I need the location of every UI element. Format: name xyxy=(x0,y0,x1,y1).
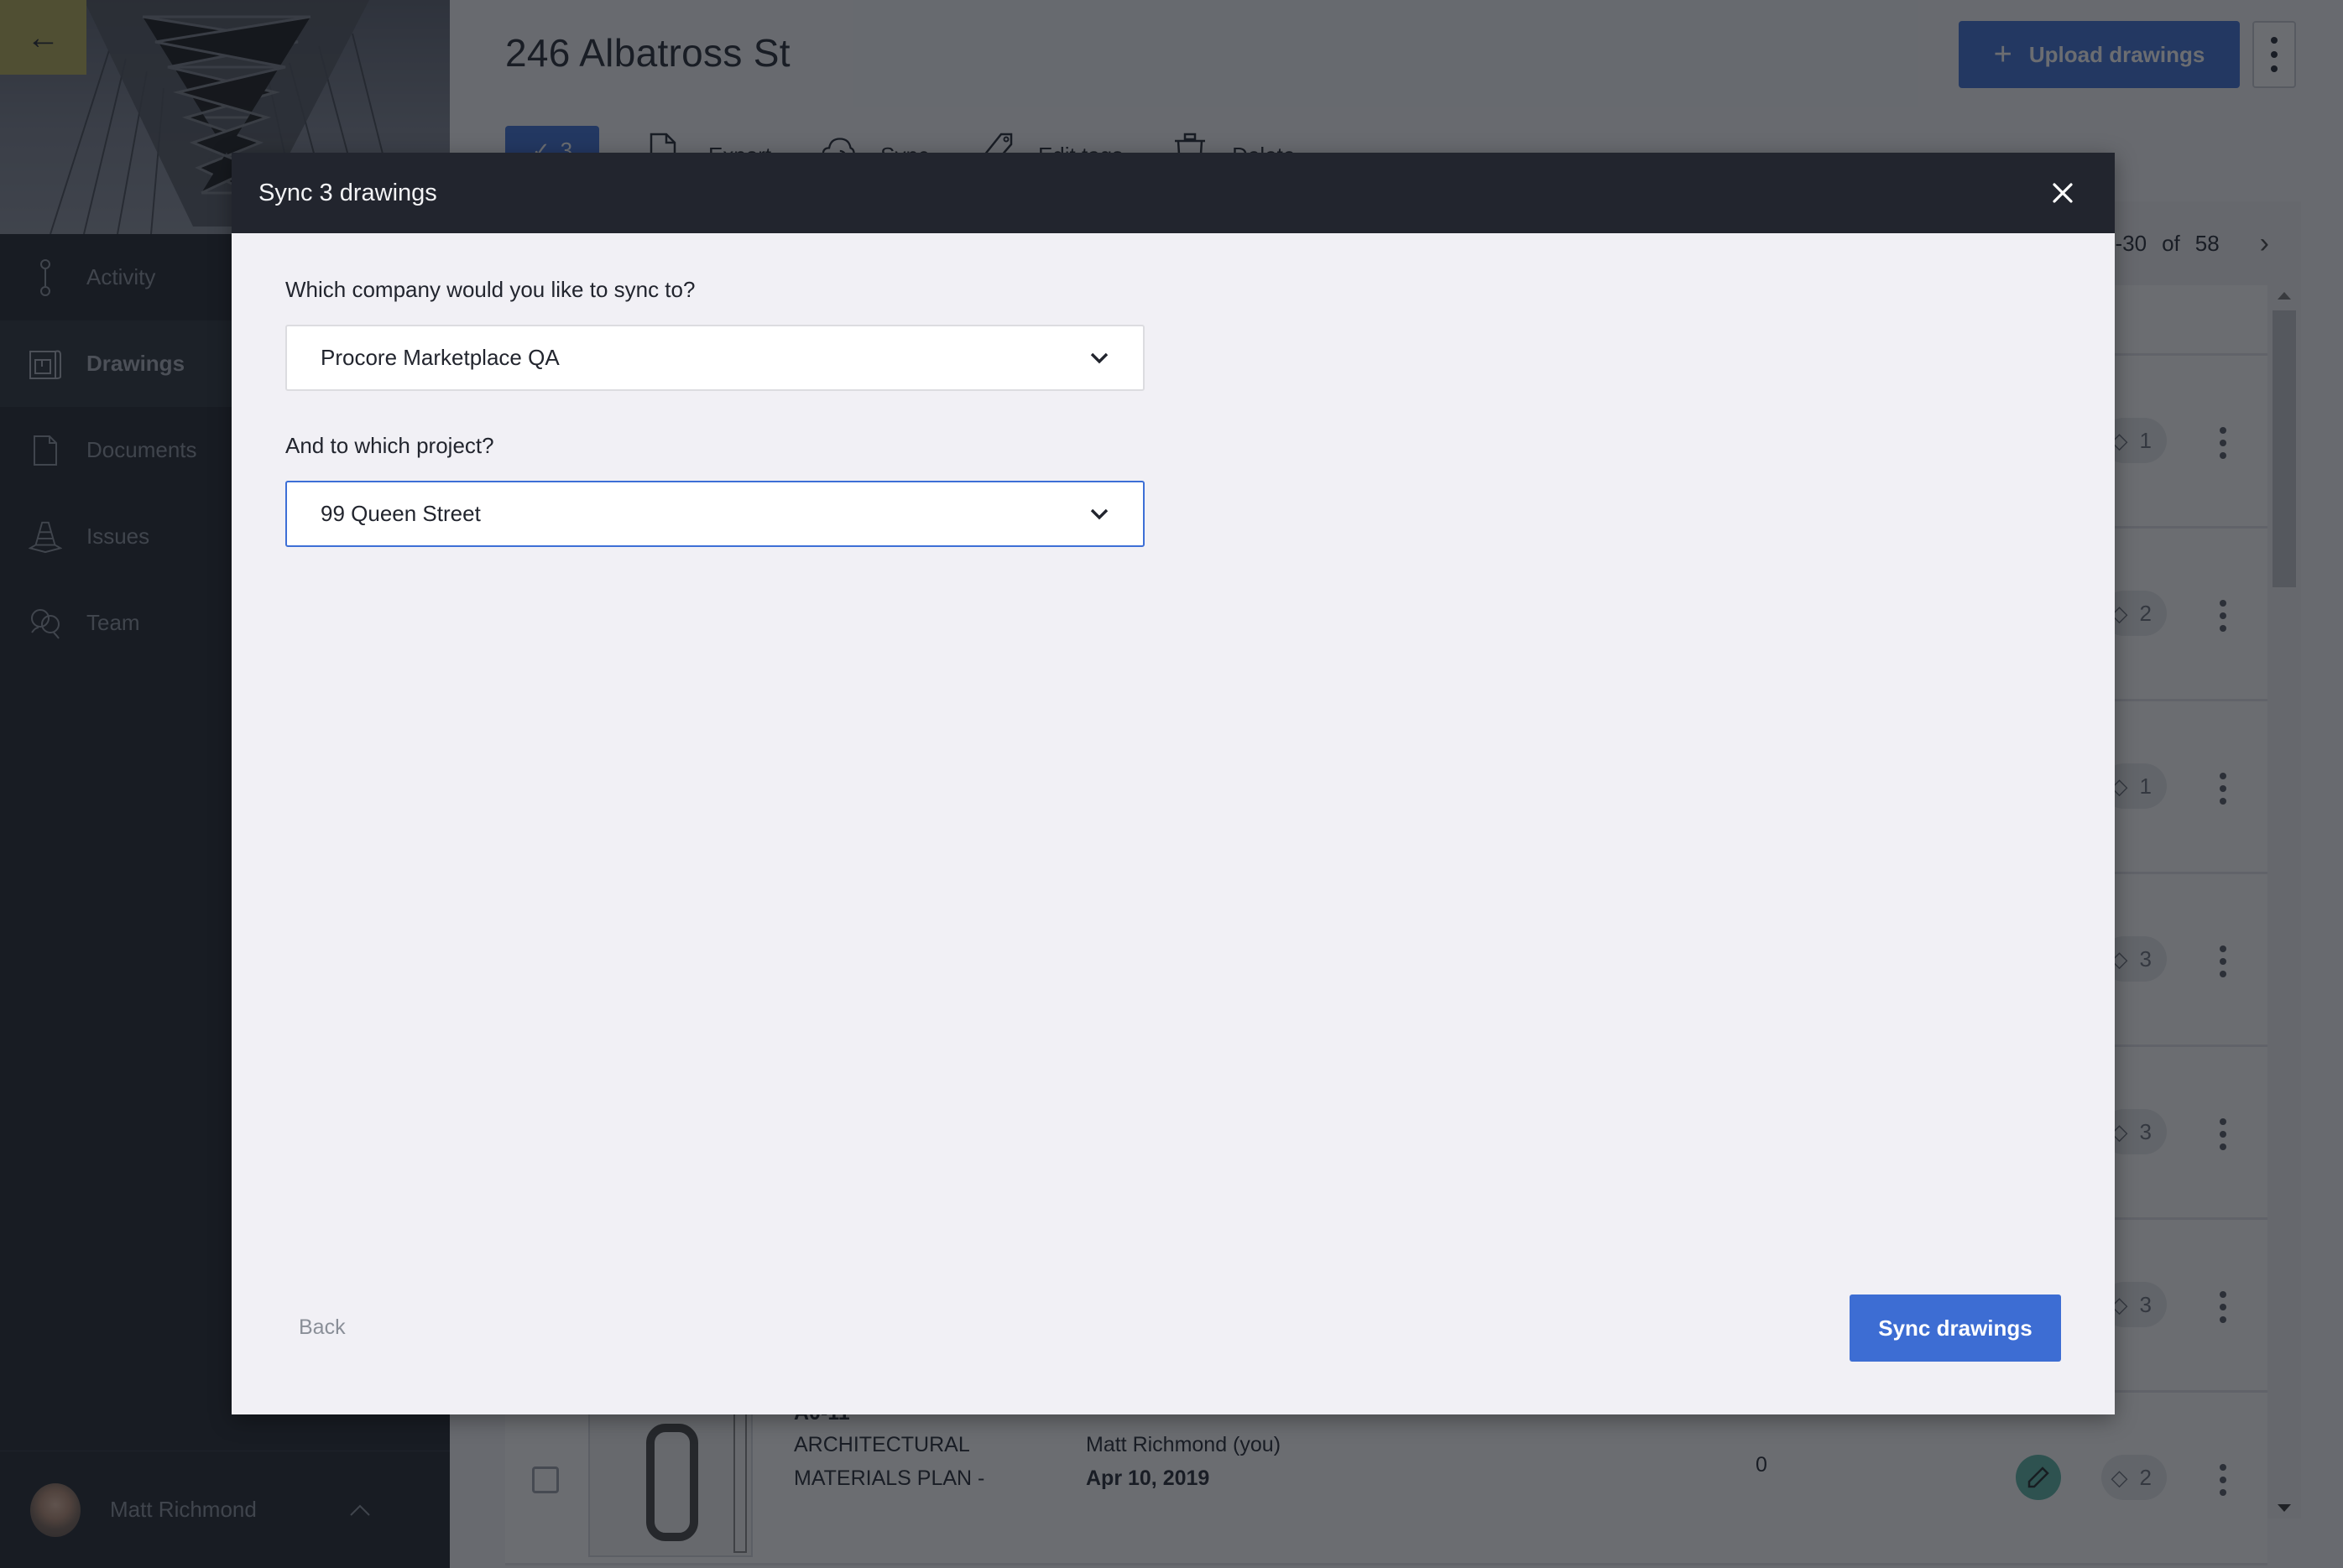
project-label: And to which project? xyxy=(285,433,494,458)
sync-drawings-dialog: Sync 3 drawings Which company would you … xyxy=(232,153,2115,1414)
chevron-down-icon xyxy=(1090,508,1109,520)
dialog-header: Sync 3 drawings xyxy=(232,153,2115,233)
company-label: Which company would you like to sync to? xyxy=(285,277,696,302)
project-select-value: 99 Queen Street xyxy=(321,501,481,526)
chevron-down-icon xyxy=(1090,352,1109,364)
company-select[interactable]: Procore Marketplace QA xyxy=(285,325,1145,391)
dialog-title: Sync 3 drawings xyxy=(258,179,437,206)
project-select[interactable]: 99 Queen Street xyxy=(285,481,1145,547)
dialog-body: Which company would you like to sync to?… xyxy=(285,233,1150,547)
close-button[interactable] xyxy=(2044,175,2081,211)
close-icon xyxy=(2053,183,2073,203)
company-select-value: Procore Marketplace QA xyxy=(321,345,560,370)
sync-drawings-button[interactable]: Sync drawings xyxy=(1850,1295,2061,1362)
back-button[interactable]: Back xyxy=(299,1315,346,1340)
